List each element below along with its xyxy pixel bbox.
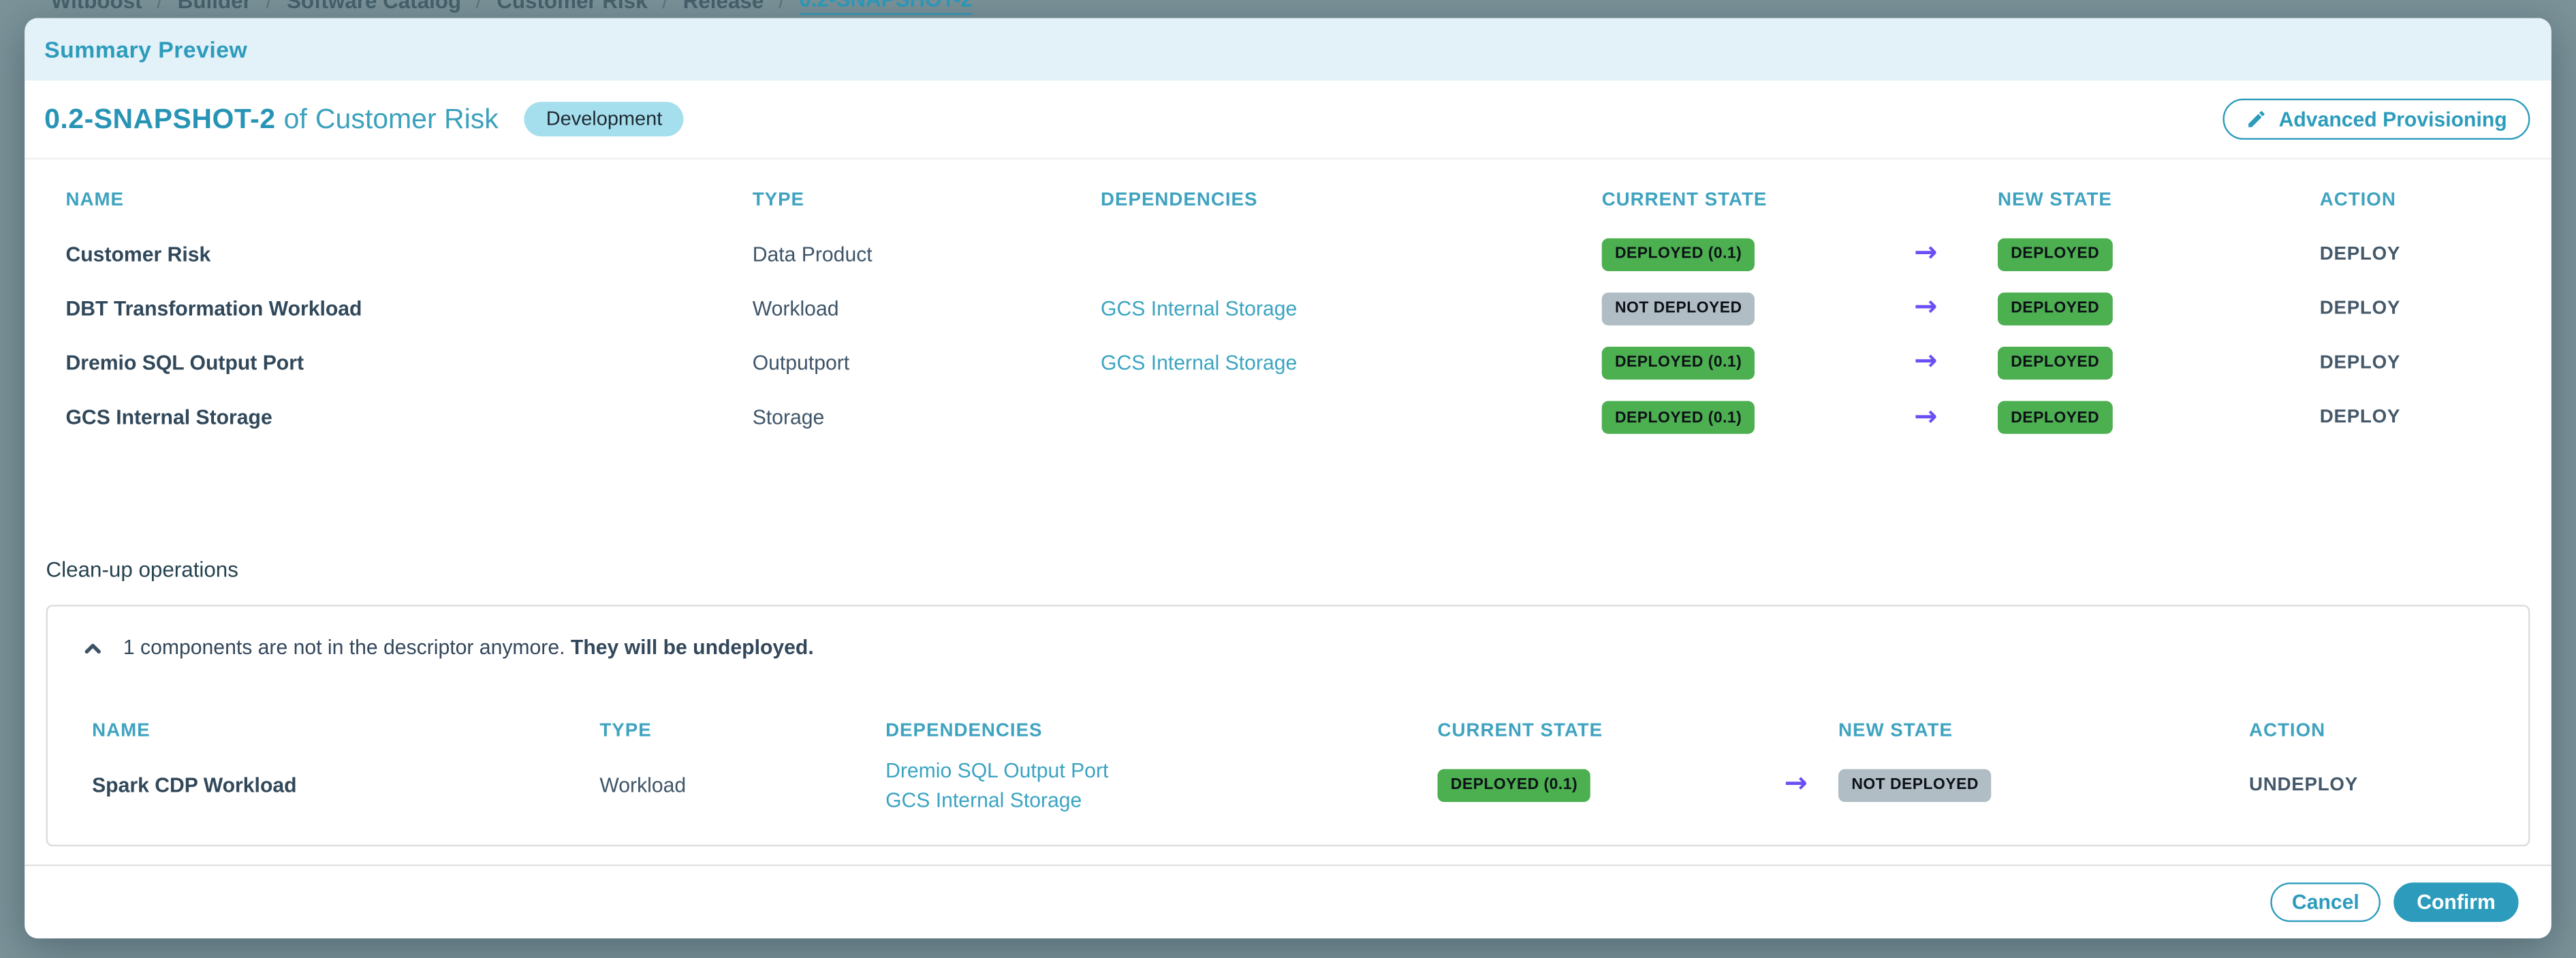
screen: Witboost / Builder / Software Catalog / … [0,0,2576,958]
cleanup-table-header: NAME TYPE DEPENDENCIES CURRENT STATE NEW… [92,713,2528,749]
current-state-badge: DEPLOYED (0.1) [1437,769,1590,801]
component-type: Data Product [753,243,1101,266]
new-state-badge: NOT DEPLOYED [1838,769,1992,801]
collapse-toggle-button[interactable] [82,637,104,658]
col-name: NAME [65,191,752,211]
dialog-footer: Cancel Confirm [25,864,2551,938]
state-transition-arrow-icon: → [1914,294,1998,322]
table-row: Dremio SQL Output Port Outputport GCS In… [65,336,2551,390]
component-name: Spark CDP Workload [92,773,599,797]
advanced-provisioning-label: Advanced Provisioning [2279,108,2507,131]
advanced-provisioning-button[interactable]: Advanced Provisioning [2223,99,2530,140]
cleanup-section-title: Clean-up operations [46,555,2551,585]
col-name: NAME [92,721,599,741]
breadcrumb-separator: / [662,0,668,13]
col-dependencies: DEPENDENCIES [1101,191,1602,211]
table-row: Spark CDP Workload Workload Dremio SQL O… [92,759,2528,812]
col-action: ACTION [2320,191,2551,211]
breadcrumb-separator: / [476,0,482,13]
cleanup-summary-row: 1 components are not in the descriptor a… [48,606,2528,662]
state-transition-arrow-icon: → [1914,240,1998,268]
cleanup-table: NAME TYPE DEPENDENCIES CURRENT STATE NEW… [48,713,2528,812]
components-table: NAME TYPE DEPENDENCIES CURRENT STATE NEW… [25,159,2551,445]
environment-badge: Development [524,102,683,136]
col-new-state: NEW STATE [1838,721,2249,741]
action-label: DEPLOY [2320,408,2551,428]
pencil-icon [2246,108,2267,129]
col-current-state: CURRENT STATE [1437,721,1784,741]
col-current-state: CURRENT STATE [1602,191,1914,211]
breadcrumb-separator: / [157,0,163,13]
components-table-header: NAME TYPE DEPENDENCIES CURRENT STATE NEW… [65,183,2551,219]
dialog-title: Summary Preview [44,36,247,63]
current-state-badge: DEPLOYED (0.1) [1602,238,1755,271]
state-transition-arrow-icon: → [1914,349,1998,377]
component-name: Dremio SQL Output Port [65,352,752,375]
chevron-up-icon [82,637,104,658]
breadcrumb-item[interactable]: Customer Risk [497,0,647,13]
new-state-badge: DEPLOYED [1998,292,2113,325]
breadcrumb-item[interactable]: Release [683,0,764,13]
cleanup-panel: 1 components are not in the descriptor a… [46,604,2530,846]
new-state-badge: DEPLOYED [1998,347,2113,380]
dependency-link[interactable]: GCS Internal Storage [1101,352,1297,375]
table-row: DBT Transformation Workload Workload GCS… [65,281,2551,336]
component-name: DBT Transformation Workload [65,297,752,320]
current-state-badge: DEPLOYED (0.1) [1602,401,1755,434]
component-type: Outputport [753,352,1101,375]
breadcrumb-separator: / [266,0,272,13]
component-name: GCS Internal Storage [65,406,752,429]
col-type: TYPE [599,721,885,741]
cleanup-summary-text: 1 components are not in the descriptor a… [123,634,814,662]
breadcrumb: Witboost / Builder / Software Catalog / … [0,0,2576,16]
col-type: TYPE [753,191,1101,211]
dialog-header: Summary Preview [25,18,2551,81]
col-action: ACTION [2249,721,2528,741]
state-transition-arrow-icon: → [1784,771,1838,799]
current-state-badge: DEPLOYED (0.1) [1602,347,1755,380]
release-version: 0.2-SNAPSHOT-2 [44,103,275,136]
new-state-badge: DEPLOYED [1998,238,2113,271]
dependency-link[interactable]: GCS Internal Storage [1101,297,1297,320]
dependency-link[interactable]: Dremio SQL Output Port [885,759,1108,782]
release-title-row: 0.2-SNAPSHOT-2 of Customer Risk Developm… [25,80,2551,159]
component-name: Customer Risk [65,243,752,266]
table-row: GCS Internal Storage Storage DEPLOYED (0… [65,390,2551,445]
summary-preview-dialog: Summary Preview 0.2-SNAPSHOT-2 of Custom… [25,18,2551,939]
breadcrumb-separator: / [779,0,785,13]
new-state-badge: DEPLOYED [1998,401,2113,434]
current-state-badge: NOT DEPLOYED [1602,292,1755,325]
table-row: Customer Risk Data Product DEPLOYED (0.1… [65,227,2551,281]
state-transition-arrow-icon: → [1914,404,1998,432]
breadcrumb-item[interactable]: Witboost [51,0,142,13]
dependency-link[interactable]: GCS Internal Storage [885,788,1082,812]
action-label: DEPLOY [2320,298,2551,318]
breadcrumb-item[interactable]: Builder [178,0,251,13]
breadcrumb-item-current[interactable]: 0.2-SNAPSHOT-2 [799,0,972,15]
action-label: DEPLOY [2320,244,2551,264]
action-label: UNDEPLOY [2249,775,2528,795]
col-dependencies: DEPENDENCIES [885,721,1437,741]
release-product-name: Customer Risk [315,103,499,136]
cleanup-summary-bold: They will be undeployed. [571,636,814,659]
cancel-button[interactable]: Cancel [2271,882,2381,922]
component-type: Storage [753,406,1101,429]
confirm-button[interactable]: Confirm [2393,882,2518,922]
release-of-label: of [284,103,307,136]
component-type: Workload [599,773,885,797]
action-label: DEPLOY [2320,354,2551,373]
col-new-state: NEW STATE [1998,191,2320,211]
breadcrumb-item[interactable]: Software Catalog [287,0,461,13]
component-type: Workload [753,297,1101,320]
release-title: 0.2-SNAPSHOT-2 of Customer Risk [44,103,499,136]
